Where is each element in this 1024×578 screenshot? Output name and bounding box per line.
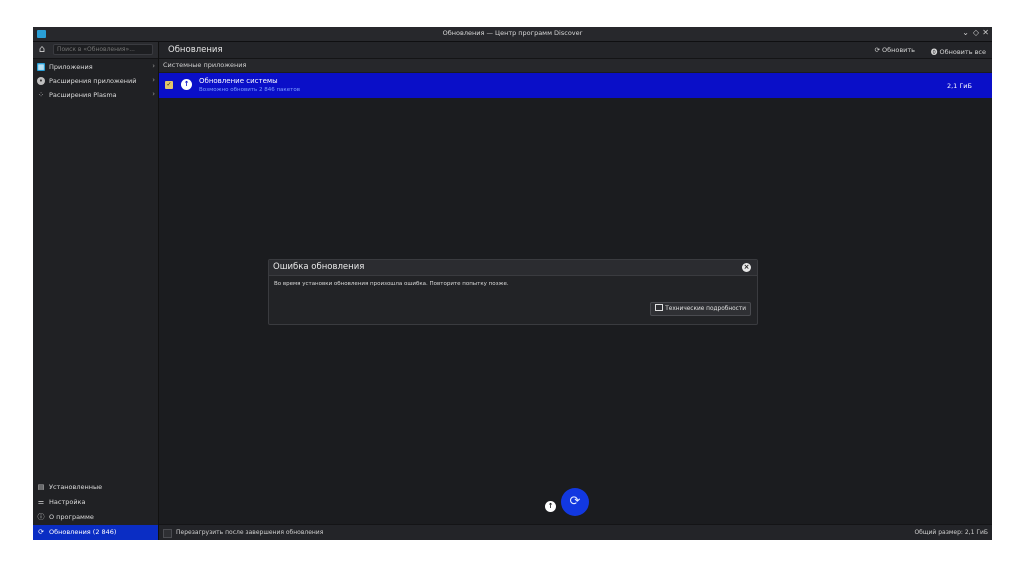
- grid-icon: ▦: [37, 63, 45, 71]
- restart-checkbox[interactable]: [163, 529, 172, 538]
- sidebar-item-label: Настройка: [49, 498, 86, 506]
- refresh-button[interactable]: ⟳ Обновить: [874, 46, 915, 54]
- sidebar-item-installed[interactable]: ▤ Установленные: [33, 480, 158, 494]
- sidebar-item-updates[interactable]: ⟳ Обновления (2 846): [33, 525, 158, 540]
- sidebar: ⌂ ▦ Приложения › • Расширения приложений…: [33, 42, 159, 540]
- dialog-title: Ошибка обновления: [273, 262, 365, 272]
- page-header: Обновления ⟳ Обновить ⓿ Обновить все: [159, 42, 992, 59]
- update-checkbox[interactable]: ✓: [165, 81, 173, 89]
- sidebar-item-label: Расширения приложений: [49, 77, 137, 85]
- updates-icon: ⟳: [38, 528, 44, 536]
- error-dialog: Ошибка обновления × Во время установки о…: [268, 259, 758, 325]
- update-row-system[interactable]: ✓ ↑ Обновление системы Возможно обновить…: [159, 73, 992, 98]
- update-subtitle: Возможно обновить 2 846 пакетов: [199, 87, 300, 93]
- chevron-right-icon: ›: [152, 76, 155, 84]
- search-bar: ⌂: [33, 42, 158, 59]
- sidebar-item-applications[interactable]: ▦ Приложения ›: [33, 60, 158, 74]
- update-title: Обновление системы: [199, 77, 278, 85]
- search-input[interactable]: [53, 44, 153, 55]
- update-size: 2,1 ГиБ: [946, 82, 972, 90]
- upgrade-arrow-icon[interactable]: ↑: [545, 501, 556, 512]
- restart-label: Перезагрузить после завершения обновлени…: [176, 529, 324, 536]
- footer-bar: Перезагрузить после завершения обновлени…: [159, 524, 992, 540]
- sidebar-item-settings[interactable]: ⚌ Настройка: [33, 495, 158, 509]
- settings-icon: ⚌: [37, 498, 45, 506]
- sidebar-item-about[interactable]: ⓘ О программе: [33, 510, 158, 524]
- plasma-icon: ⁘: [38, 91, 44, 99]
- sidebar-item-plasma-addons[interactable]: ⁘ Расширения Plasma ›: [33, 88, 158, 102]
- maximize-icon[interactable]: ◇: [973, 28, 979, 37]
- update-all-button[interactable]: ⓿ Обновить все: [931, 46, 986, 56]
- installed-icon: ▤: [37, 483, 45, 491]
- details-icon: [655, 304, 664, 311]
- home-icon[interactable]: ⌂: [36, 44, 48, 56]
- minimize-icon[interactable]: ⌄: [962, 28, 969, 37]
- section-label: Системные приложения: [163, 61, 247, 69]
- page-title: Обновления: [168, 45, 223, 55]
- sidebar-item-label: Расширения Plasma: [49, 91, 117, 99]
- refresh-fab-button[interactable]: ⟳: [561, 488, 589, 516]
- sidebar-item-label: О программе: [49, 513, 94, 521]
- title-bar: Обновления — Центр программ Discover ⌄ ◇…: [33, 27, 992, 42]
- sidebar-item-label: Установленные: [49, 483, 103, 491]
- total-size: Общий размер: 2,1 ГиБ: [914, 529, 988, 536]
- sidebar-item-label: Приложения: [49, 63, 93, 71]
- refresh-icon: ⟳: [874, 46, 882, 54]
- sidebar-item-app-addons[interactable]: • Расширения приложений ›: [33, 74, 158, 88]
- discover-window: Обновления — Центр программ Discover ⌄ ◇…: [33, 27, 992, 540]
- sidebar-item-label: Обновления (2 846): [49, 528, 117, 536]
- dialog-message: Во время установки обновления произошла …: [274, 281, 509, 287]
- puzzle-icon: •: [37, 77, 45, 85]
- main-content: Обновления ⟳ Обновить ⓿ Обновить все Сис…: [159, 42, 992, 540]
- window-title: Обновления — Центр программ Discover: [442, 29, 583, 37]
- info-icon: ⓘ: [37, 513, 45, 521]
- close-icon[interactable]: ×: [742, 263, 751, 272]
- chevron-right-icon: ›: [152, 62, 155, 70]
- close-window-icon[interactable]: ✕: [982, 28, 989, 37]
- dialog-header: Ошибка обновления ×: [269, 260, 757, 276]
- section-header: Системные приложения: [159, 59, 992, 72]
- technical-details-button[interactable]: Технические подробности: [650, 302, 751, 316]
- refresh-icon: ⟳: [569, 494, 581, 509]
- update-icon: ⓿: [930, 48, 940, 56]
- upgrade-arrow-icon: ↑: [181, 79, 192, 90]
- chevron-right-icon: ›: [152, 90, 155, 98]
